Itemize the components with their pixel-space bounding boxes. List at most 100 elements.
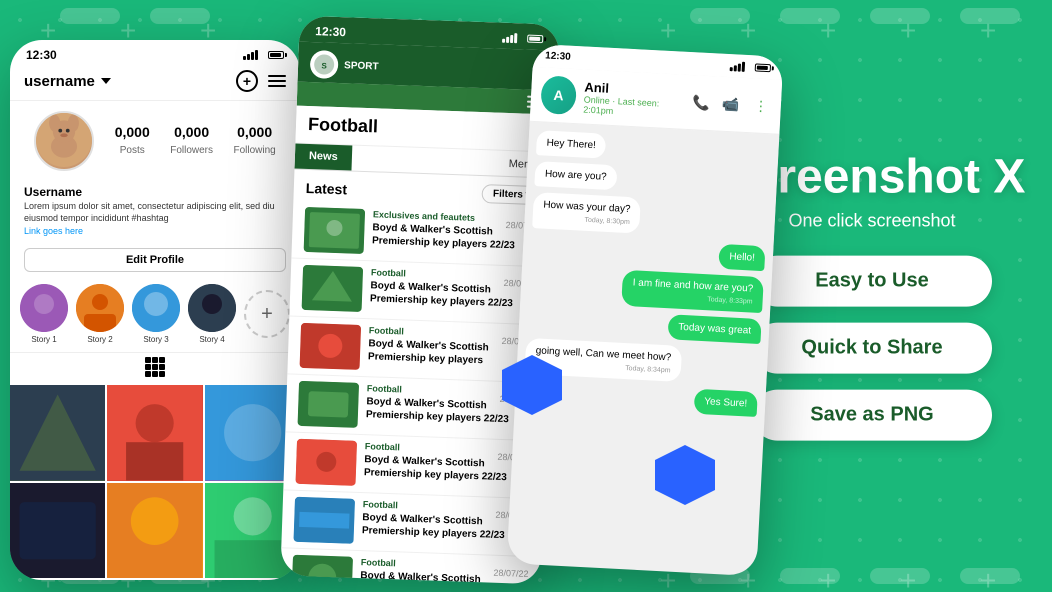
news-thumbnail [296, 439, 358, 486]
username-row: username [24, 73, 111, 90]
phone-call-icon[interactable]: 📞 [690, 92, 711, 113]
battery-icon [268, 51, 284, 59]
story-label: Story 4 [199, 335, 224, 344]
following-stat: 0,000 Following [233, 124, 275, 158]
posts-stat: 0,000 Posts [115, 124, 150, 158]
grid-tab[interactable] [10, 352, 300, 381]
news-content: Football Boyd & Walker's Scottish Premie… [370, 267, 539, 318]
news-content: Football Boyd & Walker's Scottish Premie… [359, 557, 528, 584]
svg-text:S: S [321, 61, 327, 70]
news-thumbnail [304, 207, 366, 254]
phone1-status-icons [243, 50, 284, 60]
video-call-icon[interactable]: 📹 [720, 94, 741, 115]
message-bubble: Hey There! [536, 130, 607, 159]
news-content: Football Boyd & Walker's Scottish Premie… [363, 441, 532, 492]
story-circle [188, 284, 236, 332]
phone3-time: 12:30 [545, 50, 571, 62]
story-circle [76, 284, 124, 332]
photo-cell [107, 385, 202, 480]
add-post-icon[interactable] [236, 70, 258, 92]
story-item[interactable]: Story 3 [132, 284, 180, 344]
phone2-time: 12:30 [315, 24, 346, 39]
news-item[interactable]: Football Boyd & Walker's Scottish Premie… [281, 490, 543, 557]
photo-cell [10, 385, 105, 480]
followers-count: 0,000 [170, 124, 213, 140]
news-thumbnail [302, 265, 364, 312]
message-bubble: Yes Sure! [694, 389, 758, 417]
profile-avatar [34, 111, 94, 171]
menu-icon[interactable] [268, 75, 286, 87]
story-image [132, 284, 180, 332]
story-label: Story 3 [143, 335, 168, 344]
profile-stats: 0,000 Posts 0,000 Followers 0,000 Follow… [10, 101, 300, 181]
news-thumbnail [298, 381, 360, 428]
news-content: Football Boyd & Walker's Scottish Premie… [361, 499, 530, 550]
news-content: Exclusives and feautets Boyd & Walker's … [372, 209, 541, 260]
story-item[interactable]: Story 1 [20, 284, 68, 344]
posts-label: Posts [120, 145, 145, 156]
bio-name: Username [24, 185, 286, 199]
phone1-time: 12:30 [26, 48, 57, 62]
hex-shape-icon [655, 445, 715, 505]
header-action-icons [236, 70, 286, 92]
story-circle [20, 284, 68, 332]
news-thumbnail [293, 497, 355, 544]
message-text: Today was great [678, 322, 751, 337]
battery-icon [527, 35, 543, 44]
posts-count: 0,000 [115, 124, 150, 140]
story-image [76, 284, 124, 332]
feature-save-button[interactable]: Save as PNG [752, 389, 992, 440]
message-bubble: How are you? [534, 161, 617, 190]
story-image [188, 284, 236, 332]
username-label: username [24, 73, 95, 90]
news-date: 28/07/22 [493, 568, 528, 579]
bio-text: Lorem ipsum dolor sit amet, consectetur … [24, 201, 286, 224]
story-label: Story 2 [87, 335, 112, 344]
more-options-icon[interactable]: ⋮ [750, 95, 771, 116]
followers-label: Followers [170, 145, 213, 156]
latest-label: Latest [306, 179, 348, 196]
story-item[interactable]: Story 4 [188, 284, 236, 344]
followers-stat: 0,000 Followers [170, 124, 213, 158]
phone1-header: username [10, 66, 300, 101]
news-tab-active[interactable]: News [295, 144, 353, 171]
story-item[interactable]: Story 2 [76, 284, 124, 344]
phone-chat: 12:30 A Anil Online · Last seen: 2:01pm [507, 44, 784, 576]
avatar-image [36, 111, 92, 169]
grid-icon [145, 357, 165, 377]
message-time: Today, 8:30pm [542, 214, 630, 228]
bio-link[interactable]: Link goes here [24, 226, 286, 236]
news-item[interactable]: Football Boyd & Walker's Scottish Premie… [283, 432, 545, 499]
chat-avatar: A [540, 75, 577, 115]
signal-icon [243, 50, 258, 60]
feature-easy-button[interactable]: Easy to Use [752, 255, 992, 306]
photo-cell [10, 483, 105, 578]
news-thumbnail [291, 555, 353, 585]
hex-badge-2 [655, 445, 715, 505]
news-item[interactable]: Exclusives and feautets Boyd & Walker's … [291, 201, 553, 268]
feature-share-button[interactable]: Quick to Share [752, 322, 992, 373]
photo-cell [107, 483, 202, 578]
sport-logo: S SPORT [310, 50, 379, 80]
story-circle [132, 284, 180, 332]
following-count: 0,000 [233, 124, 275, 140]
news-item[interactable]: Football Boyd & Walker's Scottish Premie… [289, 258, 551, 325]
signal-icon [502, 33, 517, 44]
main-container: 12:30 username [0, 0, 1052, 592]
phone1-statusbar: 12:30 [10, 40, 300, 66]
edit-profile-button[interactable]: Edit Profile [24, 248, 286, 272]
add-story-button[interactable]: + [244, 290, 290, 338]
message-bubble: Today was great [668, 314, 762, 344]
message-text: Yes Sure! [704, 397, 748, 410]
sport-logo-icon: S [310, 50, 339, 79]
chevron-down-icon[interactable] [101, 78, 111, 84]
following-label: Following [233, 145, 275, 156]
signal-icon [730, 61, 746, 72]
app-subtitle: One click screenshot [788, 210, 955, 231]
photo-grid [10, 385, 300, 580]
chat-contact-status: Online · Last seen: 2:01pm [583, 94, 683, 119]
message-text: Hey There! [546, 138, 596, 152]
phone-instagram: 12:30 username [10, 40, 300, 580]
profile-bio: Username Lorem ipsum dolor sit amet, con… [10, 181, 300, 244]
message-text: Hello! [729, 251, 755, 263]
